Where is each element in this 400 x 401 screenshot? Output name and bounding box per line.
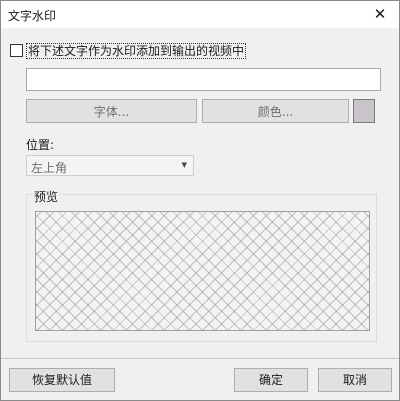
watermark-enable-checkbox[interactable] (10, 44, 23, 57)
dialog-title: 文字水印 (8, 9, 57, 23)
ok-button[interactable]: 确定 (234, 368, 308, 392)
color-swatch[interactable] (353, 99, 375, 123)
restore-defaults-button[interactable]: 恢复默认值 (9, 368, 115, 392)
color-button[interactable]: 颜色... (202, 99, 349, 123)
footer-divider (1, 358, 399, 359)
preview-area (35, 211, 370, 331)
title-bar: 文字水印 ✕ (1, 1, 399, 28)
font-button[interactable]: 字体... (26, 99, 197, 123)
position-selected-value: 左上角 (31, 161, 68, 175)
watermark-text-input[interactable] (26, 68, 381, 91)
cancel-button[interactable]: 取消 (318, 368, 392, 392)
chevron-down-icon: ▼ (181, 161, 187, 169)
position-label: 位置: (26, 138, 55, 152)
position-select[interactable]: 左上角 ▼ (26, 155, 194, 176)
watermark-enable-label[interactable]: 将下述文字作为水印添加到输出的视频中 (26, 42, 247, 59)
preview-label: 预览 (32, 188, 61, 205)
close-icon[interactable]: ✕ (367, 2, 393, 26)
dialog-window: 文字水印 ✕ 将下述文字作为水印添加到输出的视频中 字体... 颜色... 位置… (0, 0, 400, 401)
